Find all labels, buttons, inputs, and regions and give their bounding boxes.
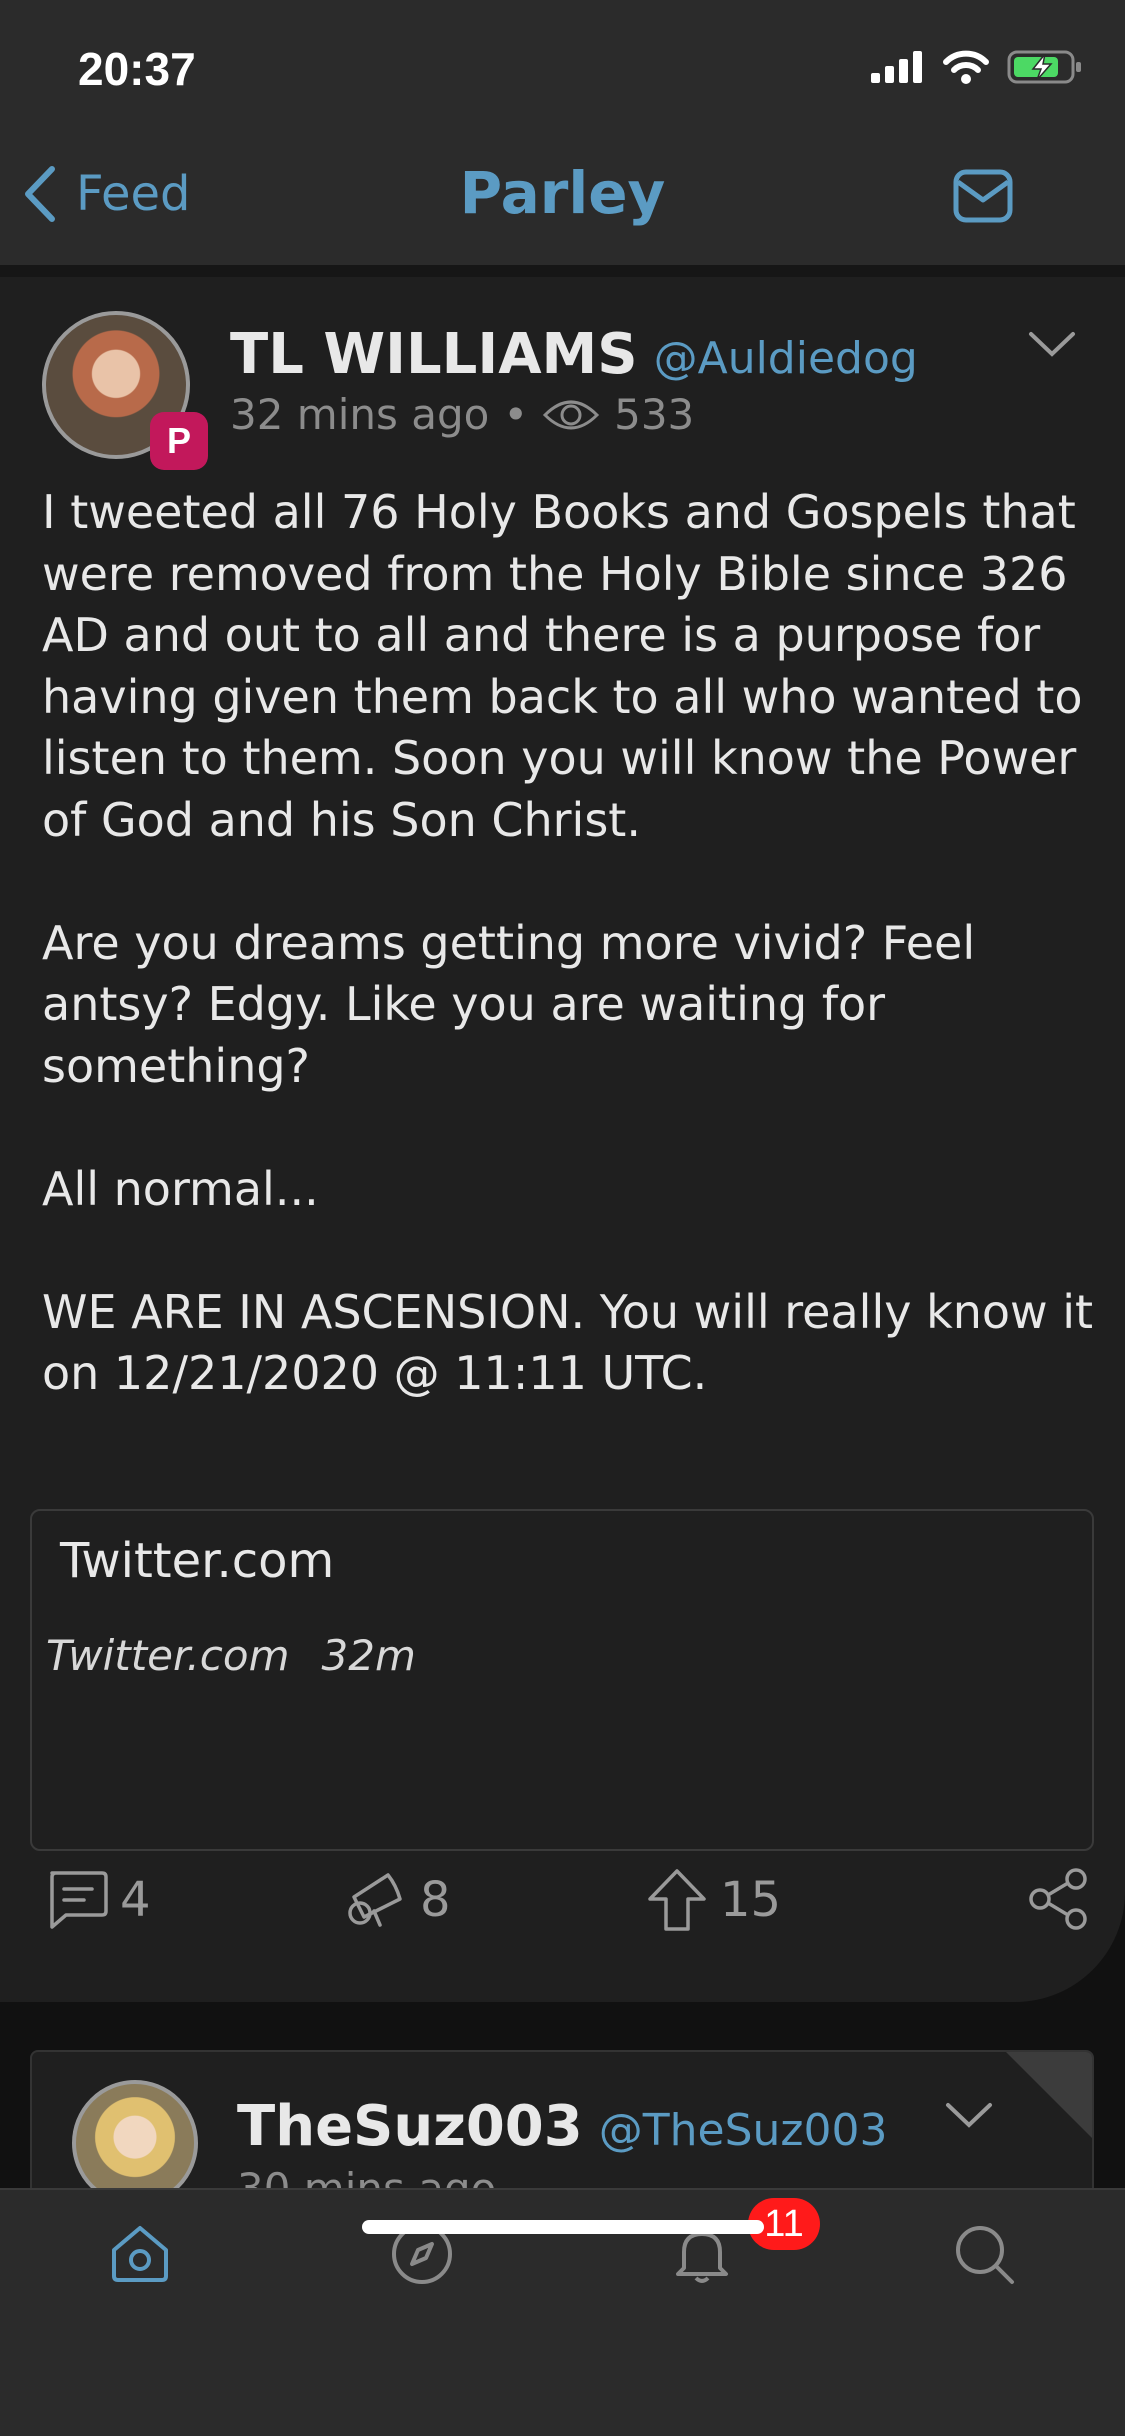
search-icon (956, 2226, 1014, 2284)
post-card: P TL WILLIAMS @Auldiedog 32 mins ago • 5… (0, 277, 1125, 2002)
view-count: 533 (614, 390, 695, 439)
nav-bar: Feed Parley (0, 135, 1125, 277)
tab-home[interactable] (108, 2222, 172, 2290)
author-line: TL WILLIAMS @Auldiedog (230, 322, 918, 387)
signal-icon (871, 51, 922, 83)
author-name[interactable]: TL WILLIAMS (230, 322, 638, 387)
share-button[interactable] (1026, 1867, 1090, 1931)
author-handle[interactable]: @TheSuz003 (599, 2105, 888, 2156)
home-icon (112, 2226, 168, 2282)
card-fold-corner (1004, 2052, 1092, 2140)
mail-button[interactable] (953, 169, 1013, 227)
post-paragraph: I tweeted all 76 Holy Books and Gospels … (42, 485, 1083, 847)
wifi-icon (943, 50, 989, 84)
post-actions: 4 8 15 (0, 1867, 1125, 1967)
comment-button[interactable]: 4 (44, 1867, 151, 1933)
post-paragraph: WE ARE IN ASCENSION. You will really kno… (42, 1284, 1094, 1401)
link-age: 32m (321, 1631, 416, 1680)
status-time: 20:37 (78, 43, 196, 95)
megaphone-icon (348, 1873, 402, 1927)
post-paragraph: Are you dreams getting more vivid? Feel … (42, 915, 976, 1093)
link-source: Twitter.com (46, 1631, 290, 1680)
mail-icon (953, 169, 1013, 223)
chevron-down-icon (946, 2103, 992, 2128)
post-options-button[interactable] (944, 2100, 994, 2134)
post-meta: 32 mins ago • 533 (230, 390, 694, 439)
chevron-down-icon (1029, 332, 1075, 357)
link-title: Twitter.com (60, 1533, 335, 1589)
link-meta: Twitter.com 32m (46, 1631, 416, 1680)
post-body: I tweeted all 76 Holy Books and Gospels … (42, 482, 1102, 1466)
home-indicator[interactable] (362, 2220, 764, 2234)
comment-count: 4 (120, 1872, 151, 1928)
comment-icon (50, 1871, 108, 1929)
status-bar: 20:37 (0, 0, 1125, 135)
post-time: 32 mins ago (230, 390, 490, 439)
link-preview-card[interactable]: Twitter.com Twitter.com 32m (30, 1509, 1094, 1851)
upvote-arrow-icon (648, 1869, 706, 1931)
parler-badge: P (150, 412, 208, 470)
upvote-count: 15 (720, 1872, 782, 1928)
post-options-button[interactable] (1027, 329, 1077, 363)
share-icon (1029, 1868, 1087, 1930)
author-handle[interactable]: @Auldiedog (654, 333, 918, 384)
battery-charging-icon (1007, 50, 1081, 84)
author-line: TheSuz003 @TheSuz003 (237, 2094, 887, 2159)
echo-button[interactable]: 8 (344, 1867, 451, 1933)
echo-count: 8 (420, 1872, 451, 1928)
meta-separator: • (503, 390, 529, 439)
author-name[interactable]: TheSuz003 (237, 2094, 583, 2159)
upvote-button[interactable]: 15 (644, 1867, 781, 1933)
tab-search[interactable] (952, 2222, 1016, 2290)
status-icons (871, 50, 1083, 84)
post-paragraph: All normal... (42, 1161, 319, 1216)
eye-icon (542, 400, 600, 429)
